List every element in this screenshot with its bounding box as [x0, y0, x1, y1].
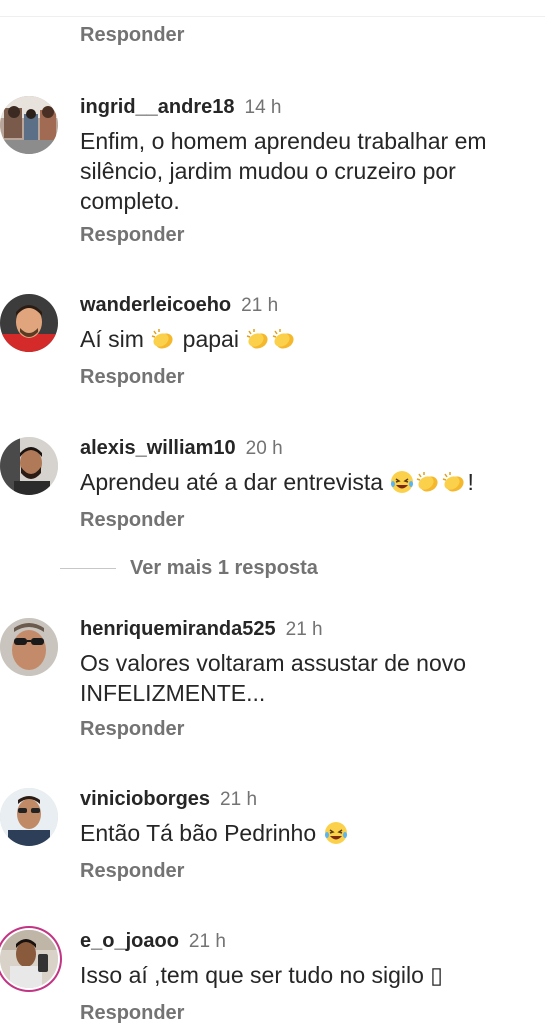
comment-username[interactable]: alexis_william10: [80, 437, 236, 459]
avatar-image: [0, 96, 58, 154]
avatar[interactable]: [0, 437, 58, 495]
avatar[interactable]: [0, 788, 58, 846]
comment-meta: ingrid__andre18 14 h: [80, 96, 282, 119]
comment-text-part: Aprendeu até a dar entrevista: [80, 469, 384, 495]
comment-meta: e_o_joaoo 21 h: [80, 930, 226, 953]
comment-time: 21 h: [188, 931, 226, 952]
comment-username[interactable]: vinicioborges: [80, 788, 210, 810]
avatar-image: [0, 930, 58, 988]
reply-button[interactable]: Responder: [80, 1002, 184, 1025]
comment-time: 20 h: [245, 438, 283, 459]
replies-divider-line: [60, 567, 116, 569]
top-divider: [0, 16, 545, 17]
comment-time: 21 h: [220, 789, 258, 810]
comment-time: 21 h: [241, 295, 279, 316]
comment-text-part: Então Tá bão Pedrinho: [80, 820, 317, 846]
laughing-face-icon: [324, 822, 347, 844]
comment-text: Aprendeu até a dar entrevista !: [80, 467, 540, 497]
avatar[interactable]: [0, 618, 58, 676]
reply-button[interactable]: Responder: [80, 366, 184, 389]
comment-meta: vinicioborges 21 h: [80, 788, 257, 811]
comment-username[interactable]: e_o_joaoo: [80, 930, 179, 952]
avatar-with-story[interactable]: [0, 930, 58, 988]
comment-text: Aí sim papai: [80, 324, 540, 354]
clapping-hands-icon: [443, 472, 464, 492]
avatar[interactable]: [0, 294, 58, 352]
comment-time: 21 h: [285, 619, 323, 640]
view-more-replies[interactable]: Ver mais 1 resposta: [60, 556, 318, 580]
clapping-hands-icon: [152, 329, 173, 349]
avatar-image: [0, 618, 58, 676]
clapping-hands-icon: [273, 329, 294, 349]
comment-text: Então Tá bão Pedrinho: [80, 818, 540, 848]
comment-text-part: papai: [182, 326, 239, 352]
comment-text-part: Aí sim: [80, 326, 144, 352]
comment-meta: alexis_william10 20 h: [80, 437, 283, 460]
comment-text: Isso aí ,tem que ser tudo no sigilo ▯: [80, 962, 443, 988]
clapping-hands-icon: [247, 329, 268, 349]
reply-button[interactable]: Responder: [80, 509, 184, 532]
reply-button[interactable]: Responder: [80, 860, 184, 883]
laughing-face-icon: [391, 471, 414, 493]
reply-button[interactable]: Responder: [80, 224, 184, 247]
comment-text: Os valores voltaram assustar de novo INF…: [80, 650, 467, 706]
avatar-image: [0, 294, 58, 352]
clapping-hands-icon: [417, 472, 438, 492]
comment-time: 14 h: [244, 97, 282, 118]
avatar[interactable]: [0, 96, 58, 154]
comment-username[interactable]: henriquemiranda525: [80, 618, 276, 640]
comment-text-part: !: [467, 469, 474, 495]
comment-username[interactable]: wanderleicoeho: [80, 294, 231, 316]
reply-button[interactable]: Responder: [80, 24, 184, 47]
comment-meta: wanderleicoeho 21 h: [80, 294, 278, 317]
avatar-image: [0, 437, 58, 495]
comment-username[interactable]: ingrid__andre18: [80, 96, 235, 118]
comment-meta: henriquemiranda525 21 h: [80, 618, 323, 641]
avatar-image: [0, 788, 58, 846]
view-more-replies-label[interactable]: Ver mais 1 resposta: [130, 557, 318, 580]
comment-text: Enfim, o homem aprendeu trabalhar em sil…: [80, 128, 487, 214]
reply-button[interactable]: Responder: [80, 718, 184, 741]
